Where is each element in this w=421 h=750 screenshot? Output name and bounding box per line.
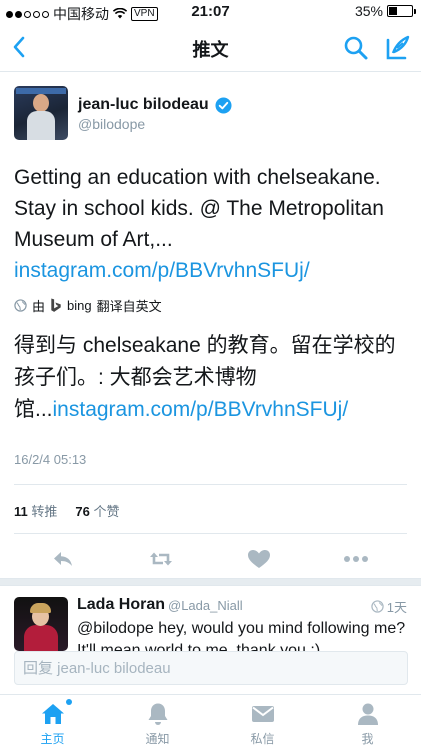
- like-count: 76: [75, 504, 90, 519]
- retweet-label: 转推: [31, 504, 58, 519]
- author-name-text: jean-luc bilodeau: [78, 96, 209, 113]
- reply-time-text: 1天: [386, 600, 407, 615]
- translate-note: 翻译自英文: [96, 299, 162, 314]
- tab-notifications-label: 通知: [145, 732, 170, 746]
- tab-me-label: 我: [361, 732, 374, 746]
- reply-tweet[interactable]: Lada Horan @Lada_Niall 1天 @bilodope hey,…: [0, 587, 421, 657]
- divider: [14, 533, 407, 534]
- person-icon: [358, 703, 378, 725]
- like-heart-icon[interactable]: [246, 547, 272, 571]
- reply-input[interactable]: [15, 652, 407, 684]
- translated-link[interactable]: instagram.com/p/BBVrvhnSFUj/: [53, 398, 349, 421]
- home-icon: [42, 704, 64, 724]
- retweet-stat[interactable]: 11 转推: [14, 501, 57, 520]
- author-name[interactable]: jean-luc bilodeau: [78, 96, 232, 114]
- verified-badge-icon: [215, 96, 232, 114]
- tweet-text: Getting an education with chelseakane. S…: [14, 162, 404, 286]
- tab-messages-label: 私信: [250, 732, 275, 746]
- battery-fill: [389, 7, 397, 15]
- tweet-stats: 11 转推 76 个赞: [14, 501, 120, 520]
- avatar[interactable]: [14, 86, 68, 140]
- search-icon[interactable]: [343, 35, 369, 61]
- like-stat[interactable]: 76 个赞: [75, 501, 119, 520]
- retweet-count: 11: [14, 504, 28, 519]
- status-bar: 中国移动 VPN 21:07 35%: [0, 0, 421, 24]
- tab-home[interactable]: 主页: [0, 695, 105, 750]
- battery-percent: 35%: [354, 3, 383, 19]
- reply-author-name[interactable]: Lada Horan: [77, 596, 165, 614]
- tweet-link[interactable]: instagram.com/p/BBVrvhnSFUj/: [14, 259, 310, 282]
- divider: [14, 484, 407, 485]
- tab-home-label: 主页: [40, 732, 65, 746]
- translate-engine: bing: [67, 298, 92, 313]
- globe-icon: [371, 600, 384, 613]
- reply-time: 1天: [371, 597, 407, 616]
- envelope-icon: [252, 706, 274, 722]
- reply-author-handle[interactable]: @Lada_Niall: [168, 598, 243, 613]
- retweet-icon[interactable]: [148, 547, 174, 571]
- more-options-icon[interactable]: [342, 547, 370, 571]
- tweet-timestamp: 16/2/4 05:13: [14, 452, 87, 467]
- status-right: 35%: [354, 3, 416, 19]
- tweet-actions: [0, 543, 421, 575]
- section-separator: [0, 578, 421, 586]
- tab-messages[interactable]: 私信: [210, 695, 315, 750]
- reply-icon[interactable]: [50, 547, 76, 571]
- navbar: 推文: [0, 24, 421, 72]
- translate-by-label: 由: [32, 299, 46, 314]
- tweet-text-body: Getting an education with chelseakane. S…: [14, 166, 384, 251]
- tab-me[interactable]: 我: [315, 695, 420, 750]
- translated-text: 得到与 chelseakane 的教育。留在学校的孩子们。: 大都会艺术博物馆.…: [14, 330, 409, 426]
- tweet-author[interactable]: jean-luc bilodeau @bilodope: [14, 86, 414, 142]
- tab-bar: 主页 通知 私信 我: [0, 694, 421, 750]
- author-handle[interactable]: @bilodope: [78, 116, 145, 132]
- translation-attribution[interactable]: 由 bing 翻译自英文: [14, 296, 162, 315]
- bell-icon: [148, 703, 168, 725]
- like-label: 个赞: [93, 504, 120, 519]
- globe-icon: [14, 299, 27, 312]
- bing-logo-icon: [51, 298, 61, 312]
- new-content-dot: [66, 699, 72, 705]
- compose-icon[interactable]: [383, 34, 411, 62]
- tab-notifications[interactable]: 通知: [105, 695, 210, 750]
- avatar[interactable]: [14, 597, 68, 651]
- battery-icon: [387, 5, 416, 17]
- reply-box[interactable]: [14, 651, 408, 685]
